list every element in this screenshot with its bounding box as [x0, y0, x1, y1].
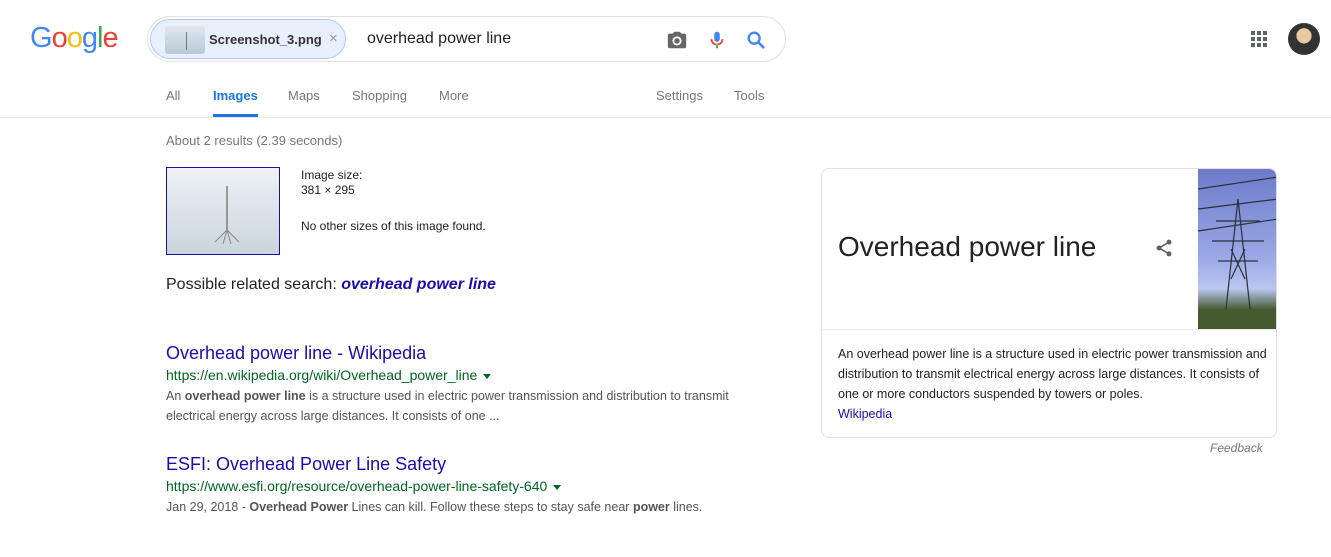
search-tabs: All Images Maps Shopping More Settings T…	[0, 88, 1331, 118]
chip-thumbnail	[165, 26, 205, 54]
related-prefix: Possible related search:	[166, 276, 337, 293]
result-stats: About 2 results (2.39 seconds)	[166, 133, 343, 148]
no-other-sizes: No other sizes of this image found.	[301, 219, 486, 233]
result-url: https://en.wikipedia.org/wiki/Overhead_p…	[166, 367, 766, 383]
kp-description: An overhead power line is a structure us…	[838, 344, 1268, 424]
kp-description-text: An overhead power line is a structure us…	[838, 347, 1267, 401]
apps-grid-icon[interactable]	[1251, 31, 1267, 47]
camera-icon[interactable]	[666, 29, 688, 51]
caret-down-icon[interactable]	[483, 373, 492, 379]
result-title-link[interactable]: ESFI: Overhead Power Line Safety	[166, 454, 766, 475]
chip-label: Screenshot_3.png	[209, 32, 322, 47]
snippet-text: An	[166, 389, 185, 403]
search-result: ESFI: Overhead Power Line Safety https:/…	[166, 454, 766, 517]
result-url-text: https://en.wikipedia.org/wiki/Overhead_p…	[166, 367, 478, 383]
related-search-link[interactable]: overhead power line	[341, 276, 496, 293]
knowledge-panel: Overhead power line An overhead power li…	[821, 168, 1277, 438]
tab-all[interactable]: All	[166, 88, 180, 103]
search-result: Overhead power line - Wikipedia https://…	[166, 343, 766, 426]
avatar[interactable]	[1288, 23, 1320, 55]
snippet-text: Lines can kill. Follow these steps to st…	[348, 500, 633, 514]
google-logo[interactable]: Google	[30, 22, 119, 55]
snippet-bold: Overhead Power	[249, 500, 349, 514]
kp-image[interactable]	[1197, 169, 1276, 329]
logo-letter: e	[102, 22, 118, 54]
search-input[interactable]: overhead power line	[367, 30, 511, 48]
search-box[interactable]: Screenshot_3.png × overhead power line	[147, 16, 786, 62]
image-size-info: Image size: 381 × 295	[301, 168, 362, 198]
query-image-thumbnail[interactable]	[166, 167, 280, 255]
snippet-bold: overhead power line	[184, 389, 306, 403]
logo-letter: G	[30, 22, 53, 54]
power-pole-image	[214, 186, 240, 245]
tab-images[interactable]: Images	[213, 88, 258, 117]
result-snippet: Jan 29, 2018 - Overhead Power Lines can …	[166, 497, 766, 517]
tab-tools[interactable]: Tools	[734, 88, 764, 103]
result-title-link[interactable]: Overhead power line - Wikipedia	[166, 343, 766, 364]
tab-shopping[interactable]: Shopping	[352, 88, 407, 103]
kp-divider	[822, 329, 1276, 330]
microphone-icon[interactable]	[706, 29, 728, 51]
snippet-bold: power	[632, 500, 670, 514]
logo-letter: o	[66, 22, 83, 54]
feedback-link[interactable]: Feedback	[1210, 441, 1263, 455]
kp-title: Overhead power line	[838, 231, 1097, 262]
share-icon[interactable]	[1154, 238, 1174, 258]
caret-down-icon[interactable]	[553, 484, 562, 490]
tab-more[interactable]: More	[439, 88, 469, 103]
logo-letter: g	[81, 22, 98, 54]
kp-source-link[interactable]: Wikipedia	[838, 407, 892, 421]
image-size-label: Image size:	[301, 168, 363, 182]
snippet-text: Jan 29, 2018 -	[166, 500, 250, 514]
chip-close-icon[interactable]: ×	[329, 30, 338, 47]
image-chip[interactable]: Screenshot_3.png ×	[150, 19, 346, 59]
search-icon[interactable]	[745, 29, 767, 51]
result-url-text: https://www.esfi.org/resource/overhead-p…	[166, 478, 548, 494]
logo-letter: o	[51, 22, 68, 54]
snippet-text: lines.	[669, 500, 703, 514]
tab-maps[interactable]: Maps	[288, 88, 320, 103]
related-search: Possible related search: overhead power …	[166, 276, 496, 294]
image-size-value: 381 × 295	[301, 183, 355, 197]
result-snippet: An overhead power line is a structure us…	[166, 386, 766, 426]
result-url: https://www.esfi.org/resource/overhead-p…	[166, 478, 766, 494]
tab-settings[interactable]: Settings	[656, 88, 703, 103]
transmission-tower-image	[1197, 176, 1276, 310]
